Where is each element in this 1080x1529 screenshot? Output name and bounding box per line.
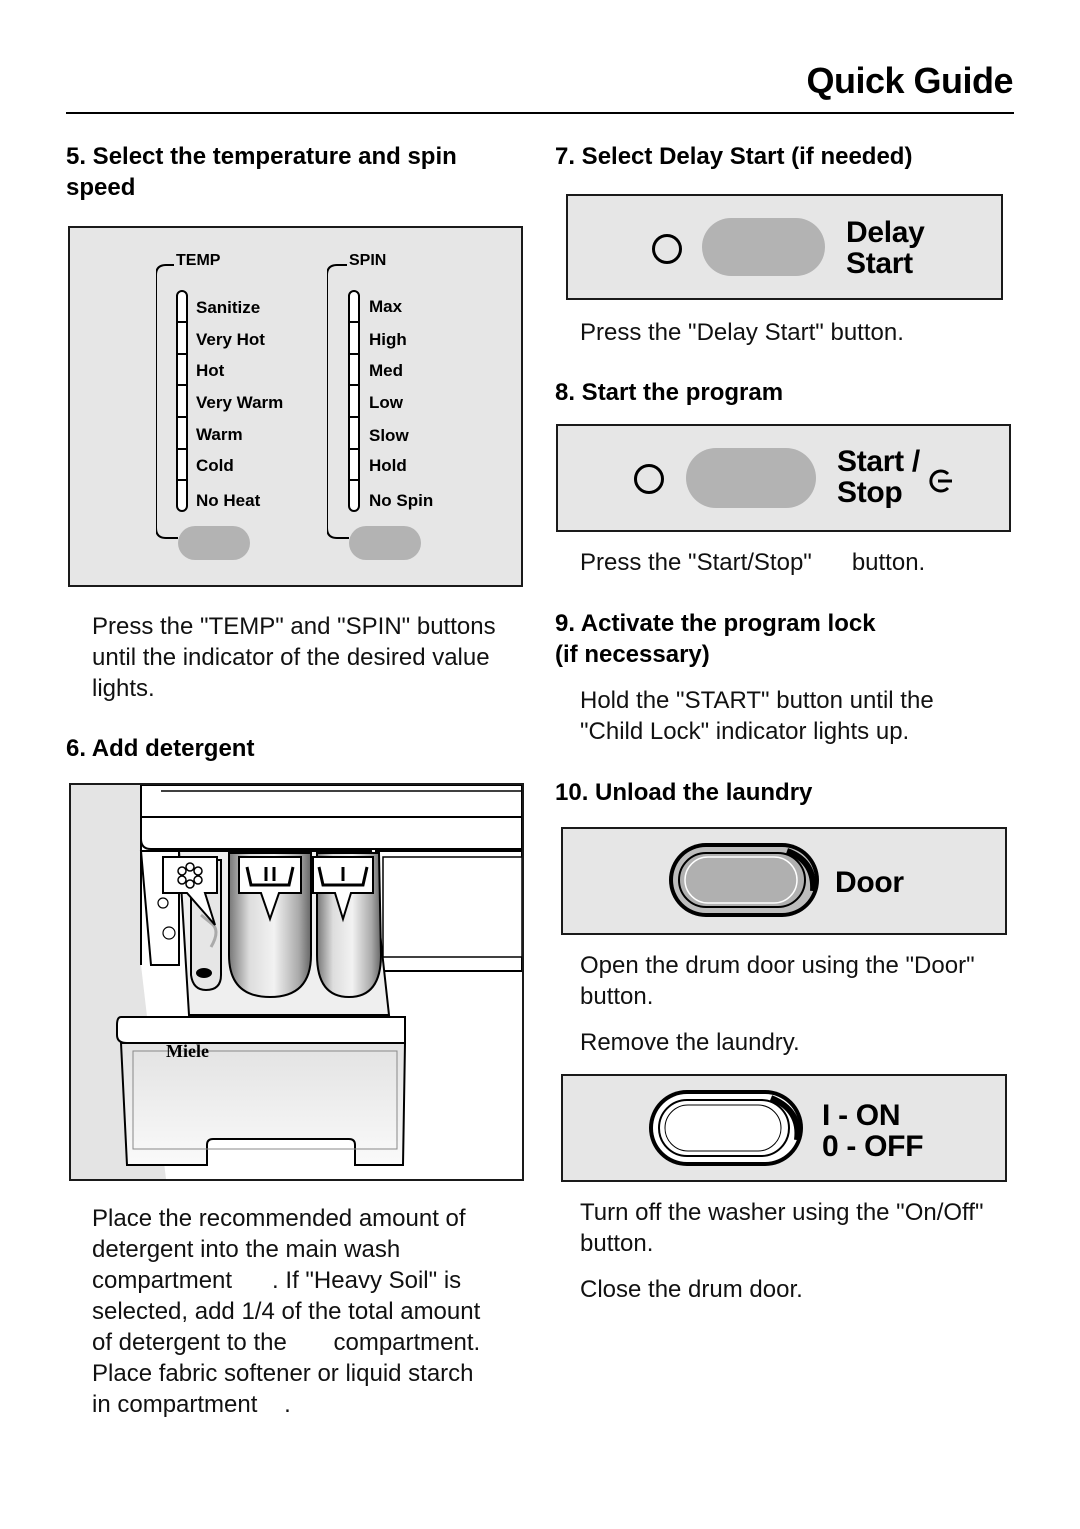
step10-text-line: button. bbox=[580, 1230, 654, 1257]
step9-heading: 9. Activate the program lock (if necessa… bbox=[555, 608, 876, 670]
temp-option: No Heat bbox=[196, 491, 261, 510]
step10-text-line: button. bbox=[580, 983, 654, 1010]
step5-heading-line2: speed bbox=[66, 174, 136, 201]
door-panel: Door bbox=[561, 827, 1007, 935]
delay-start-label-line2: Start bbox=[846, 247, 913, 280]
power-label: I - ON 0 - OFF bbox=[822, 1099, 924, 1163]
spin-option: Low bbox=[369, 393, 403, 412]
start-stop-label-line1: Start / bbox=[837, 445, 920, 478]
temp-selector: TEMP Sanitize Very Hot Hot Very Warm War… bbox=[156, 228, 336, 589]
step5-text-line: until the indicator of the desired value bbox=[92, 644, 490, 671]
delay-start-label: Delay Start bbox=[846, 217, 925, 279]
delay-start-indicator-light bbox=[652, 234, 682, 264]
title-divider bbox=[66, 112, 1014, 114]
step6-text-line: compartment . If "Heavy Soil" is bbox=[92, 1267, 462, 1294]
step6-text: Place the recommended amount of detergen… bbox=[92, 1203, 480, 1420]
temp-option: Very Hot bbox=[196, 330, 265, 349]
power-button[interactable] bbox=[647, 1088, 807, 1168]
step6-text-line: selected, add 1/4 of the total amount bbox=[92, 1298, 481, 1325]
step6-heading: 6. Add detergent bbox=[66, 735, 255, 762]
start-stop-button[interactable] bbox=[686, 448, 816, 508]
step8-text: Press the "Start/Stop" button. bbox=[580, 549, 926, 576]
step10-text3: Turn off the washer using the "On/Off" b… bbox=[580, 1197, 983, 1259]
step5-text: Press the "TEMP" and "SPIN" buttons unti… bbox=[92, 611, 496, 704]
spin-option: Slow bbox=[369, 426, 409, 445]
temp-option: Very Warm bbox=[196, 393, 284, 412]
step10-heading: 10. Unload the laundry bbox=[555, 779, 813, 806]
spin-bracket bbox=[327, 264, 349, 539]
spin-button[interactable] bbox=[349, 526, 421, 560]
spin-selector: SPIN Max High Med Low Slow Hold No Spin bbox=[327, 228, 507, 589]
temp-title: TEMP bbox=[176, 252, 221, 269]
step10-text2: Remove the laundry. bbox=[580, 1029, 800, 1056]
temp-indicator-bar bbox=[176, 290, 188, 512]
step9-text-line: Hold the "START" button until the bbox=[580, 687, 934, 714]
door-label: Door bbox=[835, 866, 904, 899]
detergent-drawer-illustration: Miele bbox=[69, 783, 524, 1181]
temp-option: Cold bbox=[196, 456, 234, 475]
spin-option: Med bbox=[369, 361, 403, 380]
step6-text-line: in compartment . bbox=[92, 1391, 291, 1418]
child-lock-icon bbox=[929, 469, 952, 493]
spin-option: High bbox=[369, 330, 407, 349]
step6-text-line: Place the recommended amount of bbox=[92, 1205, 466, 1232]
power-panel: I - ON 0 - OFF bbox=[561, 1074, 1007, 1182]
delay-start-label-line1: Delay bbox=[846, 216, 925, 249]
step9-text-line: "Child Lock" indicator lights up. bbox=[580, 718, 910, 745]
start-stop-indicator-light bbox=[634, 464, 664, 494]
step5-text-line: Press the "TEMP" and "SPIN" buttons bbox=[92, 613, 496, 640]
miele-logo: Miele bbox=[166, 1041, 209, 1061]
spin-option: Max bbox=[369, 297, 403, 316]
step10-text-line: Turn off the washer using the "On/Off" bbox=[580, 1199, 984, 1226]
power-label-off: 0 - OFF bbox=[822, 1130, 924, 1163]
step9-heading-line2: (if necessary) bbox=[555, 641, 710, 668]
start-stop-panel: Start / Stop bbox=[556, 424, 1011, 532]
start-stop-label: Start / Stop bbox=[837, 446, 920, 508]
step5-text-line: lights. bbox=[92, 675, 155, 702]
temp-spin-panel: TEMP Sanitize Very Hot Hot Very Warm War… bbox=[68, 226, 523, 587]
temp-option: Warm bbox=[196, 425, 243, 444]
spin-title: SPIN bbox=[349, 252, 387, 269]
delay-start-button[interactable] bbox=[702, 218, 825, 276]
temp-option: Sanitize bbox=[196, 298, 261, 317]
spin-indicator-bar bbox=[348, 290, 360, 512]
step5-heading: 5. Select the temperature and spin speed bbox=[66, 141, 457, 203]
step10-text1: Open the drum door using the "Door" butt… bbox=[580, 950, 975, 1012]
step10-text4: Close the drum door. bbox=[580, 1276, 803, 1303]
step7-heading: 7. Select Delay Start (if needed) bbox=[555, 143, 913, 170]
door-button[interactable] bbox=[667, 841, 822, 921]
step5-heading-line1: 5. Select the temperature and spin bbox=[66, 143, 457, 170]
step8-heading: 8. Start the program bbox=[555, 379, 784, 406]
step6-text-line: of detergent to the compartment. bbox=[92, 1329, 481, 1356]
step9-text: Hold the "START" button until the "Child… bbox=[580, 685, 934, 747]
spin-option: No Spin bbox=[369, 491, 434, 510]
step6-text-line: detergent into the main wash bbox=[92, 1236, 401, 1263]
temp-option: Hot bbox=[196, 361, 225, 380]
step10-text-line: Open the drum door using the "Door" bbox=[580, 952, 975, 979]
power-label-on: I - ON bbox=[822, 1099, 901, 1132]
drawer-handle-front bbox=[119, 1042, 407, 1166]
spin-option: Hold bbox=[369, 456, 407, 475]
delay-start-panel: Delay Start bbox=[566, 194, 1003, 300]
start-stop-label-line2: Stop bbox=[837, 476, 903, 509]
detergent-drawer-drawing: Miele bbox=[71, 785, 522, 1179]
page-title: Quick Guide bbox=[806, 60, 1013, 101]
step9-heading-line1: 9. Activate the program lock bbox=[555, 610, 876, 637]
temp-button[interactable] bbox=[178, 526, 250, 560]
step6-text-line: Place fabric softener or liquid starch bbox=[92, 1360, 474, 1387]
step7-text: Press the "Delay Start" button. bbox=[580, 319, 904, 346]
